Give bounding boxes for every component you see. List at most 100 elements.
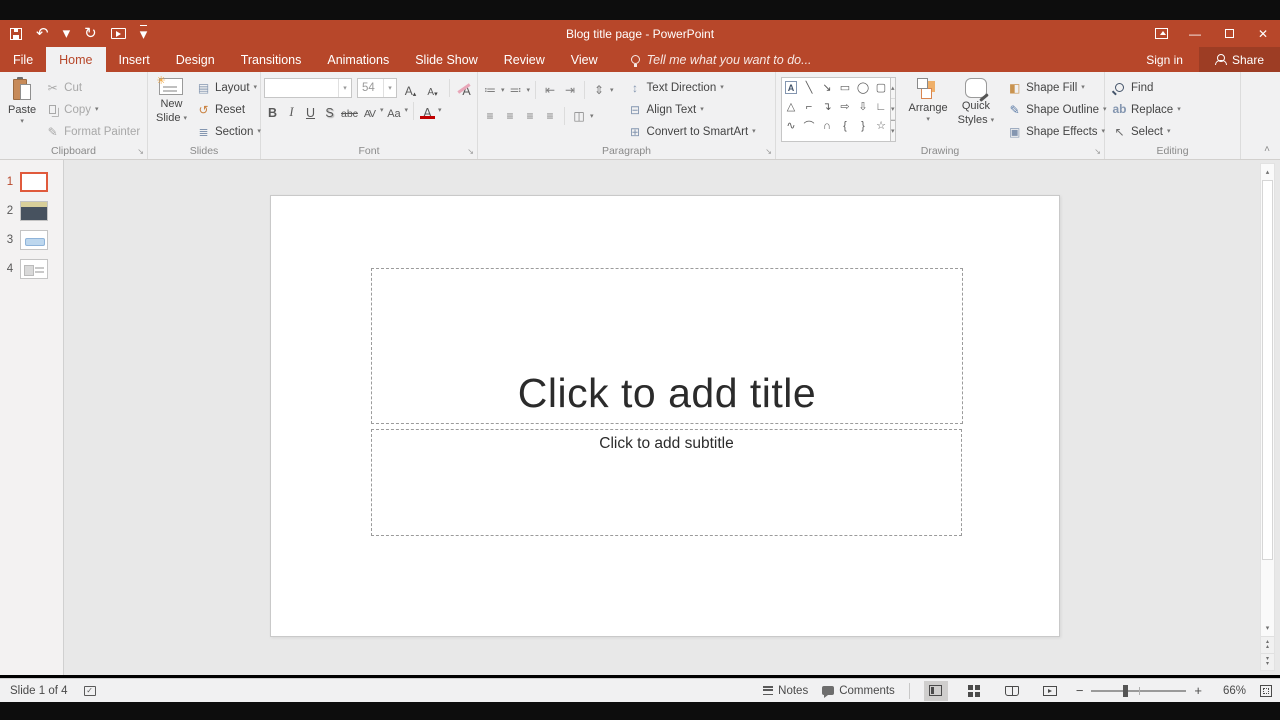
star-shape-icon[interactable]: ☆	[872, 116, 890, 135]
text-shadow-button[interactable]: S	[321, 101, 338, 120]
text-direction-button[interactable]: ↕ Text Direction ▾	[624, 77, 760, 98]
line-spacing-icon[interactable]: ⇕	[590, 81, 608, 100]
scroll-up-icon[interactable]: ▴	[1261, 164, 1274, 180]
tab-file[interactable]: File	[0, 47, 46, 72]
right-brace-shape-icon[interactable]: }	[854, 116, 872, 135]
columns-icon[interactable]: ◫	[570, 107, 588, 126]
reading-view-button[interactable]	[1000, 681, 1024, 701]
rounded-rectangle-shape-icon[interactable]: ▢	[872, 78, 890, 97]
font-name-dropdown-icon[interactable]: ▾	[338, 79, 351, 97]
save-icon[interactable]	[10, 28, 22, 40]
cut-button[interactable]: ✂ Cut	[41, 77, 144, 98]
bullets-icon[interactable]: ≔	[481, 81, 499, 100]
zoom-slider[interactable]	[1091, 690, 1186, 692]
slide-sorter-view-button[interactable]	[962, 681, 986, 701]
increase-font-size-button[interactable]: A▴	[402, 79, 419, 98]
align-right-icon[interactable]: ≡	[521, 107, 539, 126]
italic-button[interactable]: I	[283, 101, 300, 120]
font-dialog-launcher-icon[interactable]: ↘	[467, 148, 474, 156]
slide-show-view-button[interactable]	[1038, 681, 1062, 701]
minimize-button[interactable]: —	[1178, 20, 1212, 47]
bold-button[interactable]: B	[264, 101, 281, 120]
restore-button[interactable]	[1212, 20, 1246, 47]
tab-transitions[interactable]: Transitions	[228, 47, 315, 72]
previous-slide-button[interactable]: ▴ ▴	[1261, 636, 1274, 653]
replace-button[interactable]: ab Replace ▾	[1108, 99, 1185, 120]
tab-home[interactable]: Home	[46, 47, 105, 72]
next-slide-button[interactable]: ▾ ▾	[1261, 653, 1274, 670]
undo-dropdown-caret-icon[interactable]: ▾	[63, 26, 71, 41]
convert-to-smartart-button[interactable]: ⊞ Convert to SmartArt ▾	[624, 121, 760, 142]
slide-canvas[interactable]: Click to add title Click to add subtitle	[270, 195, 1060, 637]
gallery-scroll-up-icon[interactable]: ▴	[891, 78, 895, 99]
zoom-out-button[interactable]: −	[1076, 683, 1084, 698]
layout-button[interactable]: ▤ Layout ▾	[192, 77, 265, 98]
sign-in-link[interactable]: Sign in	[1130, 47, 1199, 72]
ribbon-display-options-button[interactable]	[1144, 20, 1178, 47]
title-placeholder[interactable]: Click to add title	[371, 268, 963, 424]
notes-button[interactable]: Notes	[763, 685, 808, 697]
shape-fill-button[interactable]: ◧ Shape Fill ▾	[1003, 77, 1110, 98]
freeform-shape-icon[interactable]: ∿	[782, 116, 800, 135]
rectangle-shape-icon[interactable]: ▭	[836, 78, 854, 97]
drawing-dialog-launcher-icon[interactable]: ↘	[1094, 148, 1101, 156]
zoom-slider-thumb[interactable]	[1123, 685, 1128, 697]
numbering-icon[interactable]: ≕	[507, 81, 525, 100]
tab-insert[interactable]: Insert	[106, 47, 163, 72]
font-size-dropdown-icon[interactable]: ▾	[383, 79, 396, 97]
line-arrow-shape-icon[interactable]: ↘	[818, 78, 836, 97]
decrease-indent-icon[interactable]: ⇤	[541, 81, 559, 100]
vertical-scrollbar[interactable]: ▴ ▾ ▴ ▴ ▾ ▾	[1260, 163, 1275, 671]
subtitle-placeholder[interactable]: Click to add subtitle	[371, 429, 962, 536]
align-center-icon[interactable]: ≡	[501, 107, 519, 126]
spell-check-icon[interactable]: ✓	[84, 686, 96, 696]
slide-1-thumb[interactable]	[20, 172, 48, 192]
shape-outline-button[interactable]: ✎ Shape Outline ▾	[1003, 99, 1110, 120]
curve-shape-icon[interactable]: ∩	[818, 116, 836, 135]
new-slide-button[interactable]: ✳ New Slide ▾	[151, 75, 192, 142]
shape-effects-button[interactable]: ▣ Shape Effects ▾	[1003, 121, 1110, 142]
font-name-combo[interactable]: ▾	[264, 78, 352, 98]
slide-counter[interactable]: Slide 1 of 4	[10, 685, 68, 697]
scrollbar-thumb[interactable]	[1262, 180, 1273, 560]
left-brace-shape-icon[interactable]: {	[836, 116, 854, 135]
tab-view[interactable]: View	[558, 47, 611, 72]
gallery-more-icon[interactable]: ▾	[891, 120, 895, 141]
down-arrow-shape-icon[interactable]: ⇩	[854, 97, 872, 116]
reset-button[interactable]: ↺ Reset	[192, 99, 265, 120]
undo-icon[interactable]: ↶	[36, 26, 49, 41]
copy-button[interactable]: Copy ▾	[41, 99, 144, 120]
normal-view-button[interactable]	[924, 681, 948, 701]
triangle-shape-icon[interactable]: △	[782, 97, 800, 116]
decrease-font-size-button[interactable]: A▾	[424, 79, 441, 98]
zoom-level[interactable]: 66%	[1216, 685, 1246, 697]
format-painter-button[interactable]: ✎ Format Painter	[41, 121, 144, 142]
slide-2-thumb[interactable]	[20, 201, 48, 221]
slide-thumbnail-1[interactable]: 1	[0, 170, 64, 194]
close-button[interactable]: ✕	[1246, 20, 1280, 47]
arc-shape-icon[interactable]: ⌒	[800, 116, 818, 135]
elbow-arrow-connector-shape-icon[interactable]: ↴	[818, 97, 836, 116]
collapse-ribbon-icon[interactable]: ˄	[1264, 144, 1270, 155]
find-button[interactable]: Find	[1108, 77, 1185, 98]
slide-thumbnail-2[interactable]: 2	[0, 199, 64, 223]
fit-slide-to-window-icon[interactable]	[1260, 685, 1272, 697]
elbow-connector-shape-icon[interactable]: ⌐	[800, 97, 818, 116]
slide-thumbnail-3[interactable]: 3	[0, 228, 64, 252]
tab-animations[interactable]: Animations	[314, 47, 402, 72]
slide-thumbnail-4[interactable]: 4	[0, 257, 64, 281]
l-shape-icon[interactable]: ∟	[872, 97, 890, 116]
share-button[interactable]: Share	[1199, 47, 1280, 72]
select-button[interactable]: ↖ Select ▾	[1108, 121, 1185, 142]
arrange-button[interactable]: Arrange ▾	[904, 75, 953, 142]
clipboard-dialog-launcher-icon[interactable]: ↘	[137, 148, 144, 156]
font-color-button[interactable]: A	[419, 101, 436, 120]
slide-3-thumb[interactable]	[20, 230, 48, 250]
redo-icon[interactable]: ↻	[84, 26, 97, 41]
font-size-combo[interactable]: 54 ▾	[357, 78, 397, 98]
align-left-icon[interactable]: ≡	[481, 107, 499, 126]
tab-slide-show[interactable]: Slide Show	[402, 47, 491, 72]
justify-icon[interactable]: ≡	[541, 107, 559, 126]
change-case-button[interactable]: Aa	[385, 101, 402, 120]
zoom-in-button[interactable]: +	[1194, 683, 1202, 698]
